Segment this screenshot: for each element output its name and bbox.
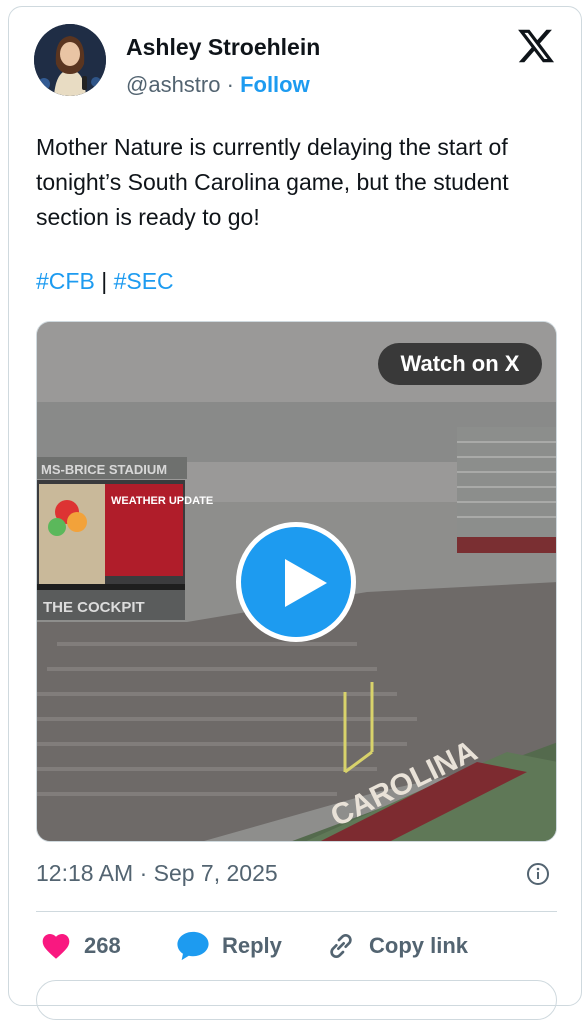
author-handle-row: @ashstro · Follow [126, 72, 310, 98]
author-name[interactable]: Ashley Stroehlein [126, 34, 320, 61]
link-icon [330, 933, 352, 959]
like-count: 268 [84, 933, 121, 958]
stadium-sign: MS-BRICE STADIUM [41, 462, 167, 477]
hashtag-sec[interactable]: #SEC [114, 268, 174, 294]
avatar[interactable] [34, 24, 106, 96]
heart-icon [42, 934, 70, 959]
watch-on-x-button[interactable]: Watch on X [378, 343, 542, 385]
scoreboard-title: WEATHER UPDATE [111, 495, 213, 507]
info-icon[interactable] [526, 862, 550, 886]
tweet-text: Mother Nature is currently delaying the … [36, 134, 509, 230]
play-button[interactable] [236, 522, 356, 642]
handle-separator: · [226, 72, 234, 97]
cockpit-sign: THE COCKPIT [43, 599, 145, 616]
hashtag-separator: | [101, 268, 108, 294]
hashtag-cfb[interactable]: #CFB [36, 268, 95, 294]
divider [36, 911, 557, 912]
reply-label: Reply [222, 933, 282, 958]
x-logo-icon[interactable] [516, 26, 556, 66]
hashtags: #CFB | #SEC [36, 268, 174, 295]
author-handle[interactable]: @ashstro [126, 72, 220, 97]
timestamp[interactable]: 12:18 AM · Sep 7, 2025 [36, 860, 278, 887]
follow-button[interactable]: Follow [240, 72, 310, 97]
reply-button[interactable]: Reply [176, 926, 282, 966]
reply-bubble-icon [177, 931, 209, 961]
copy-link-button[interactable]: Copy link [325, 926, 468, 966]
copy-link-label: Copy link [369, 933, 469, 958]
read-replies-button[interactable] [36, 980, 557, 1020]
like-button[interactable]: 268 [40, 926, 121, 966]
play-icon [285, 559, 327, 607]
